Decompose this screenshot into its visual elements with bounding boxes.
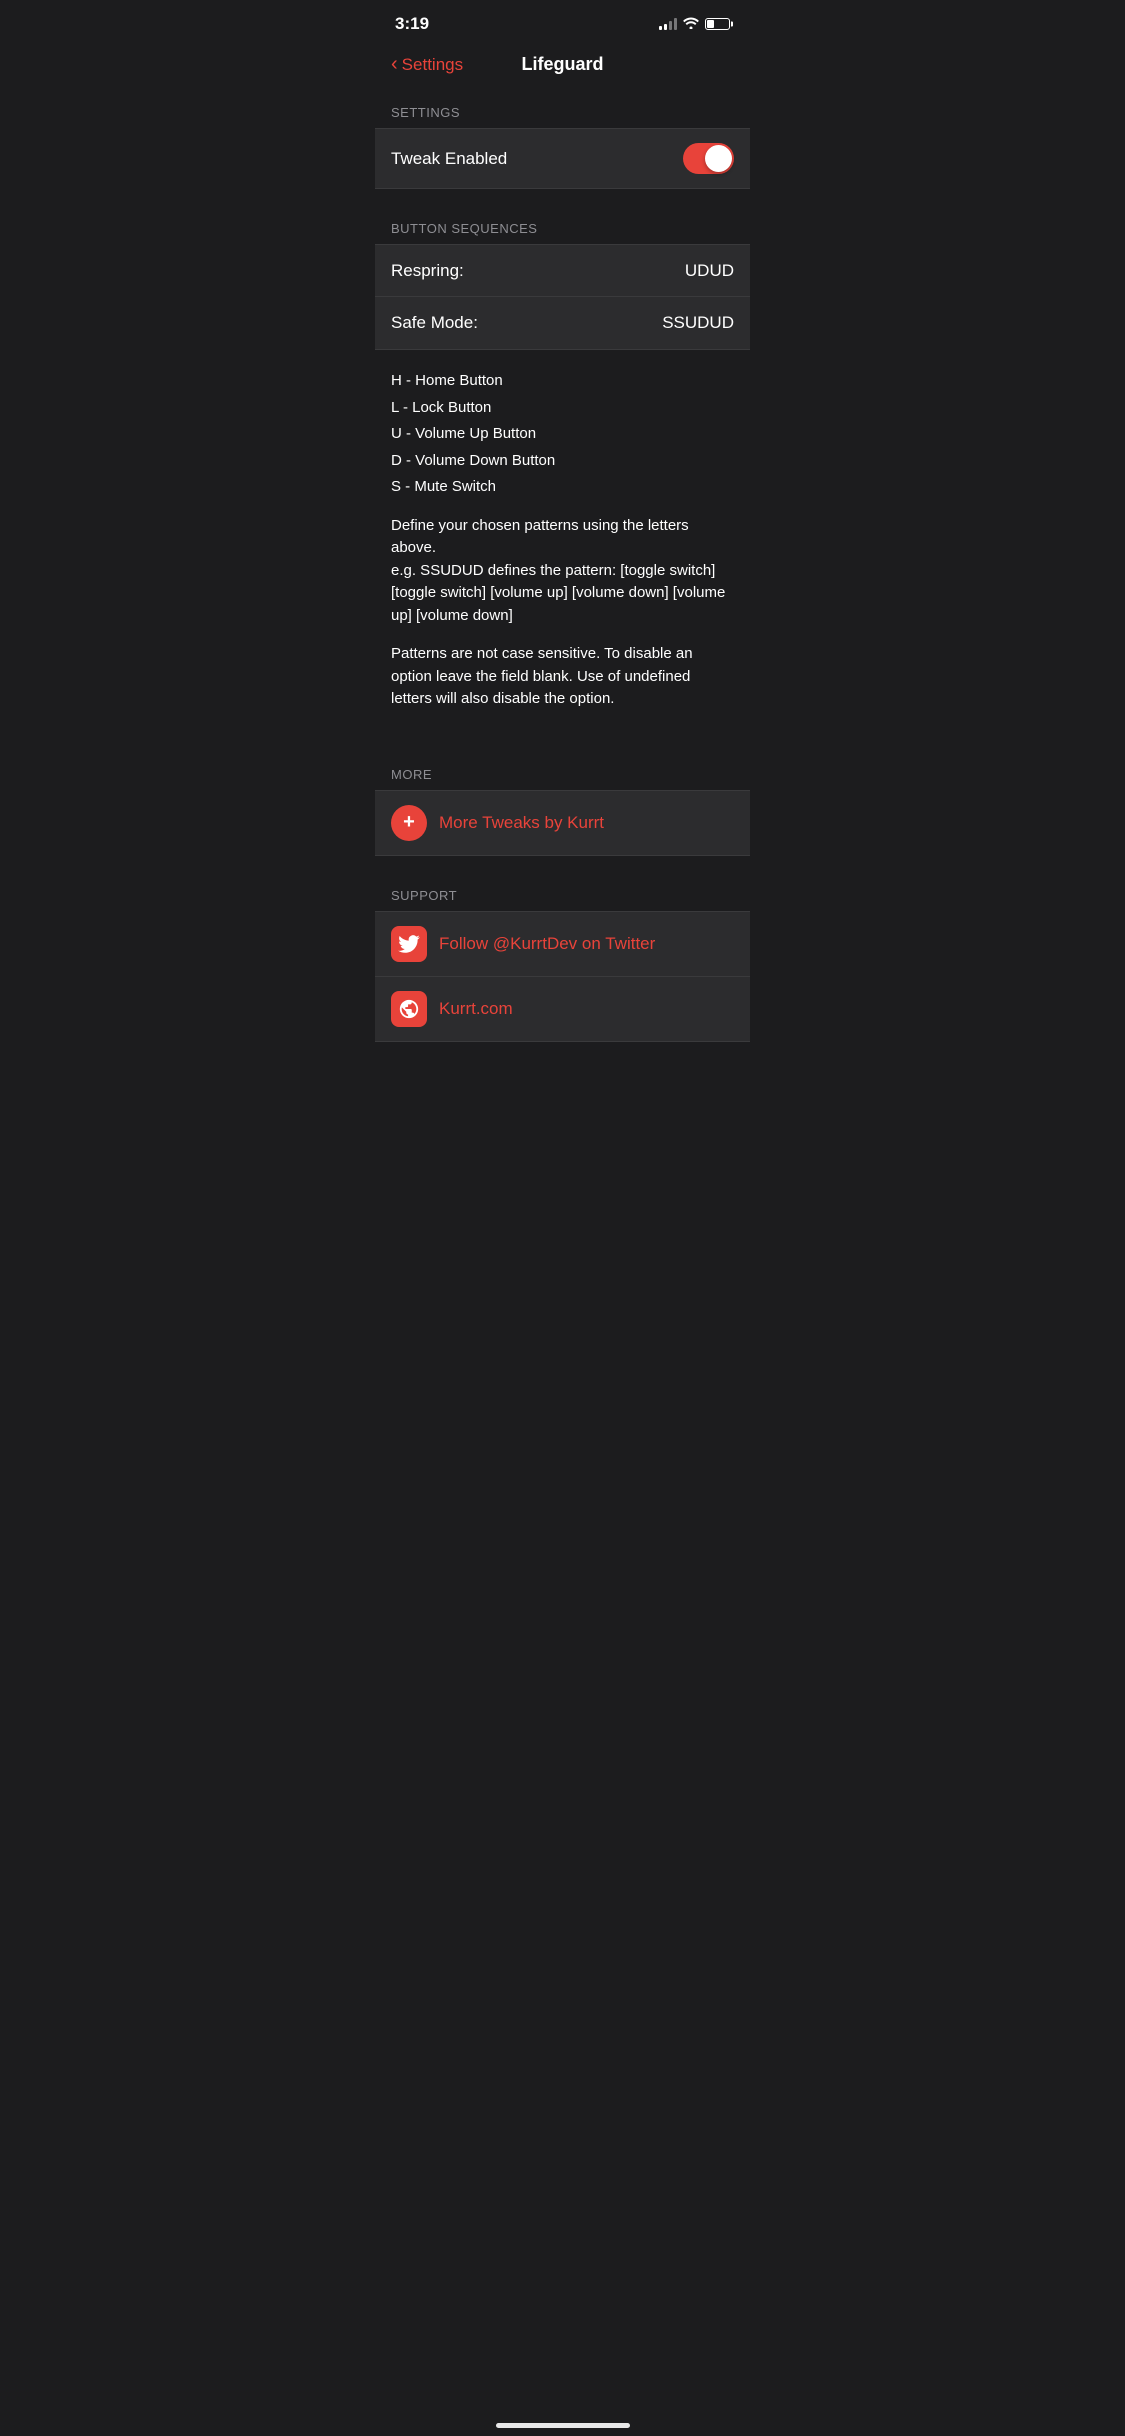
legend-d: D - Volume Down Button — [391, 450, 734, 473]
tweak-enabled-toggle[interactable] — [683, 143, 734, 174]
more-section-header: MORE — [375, 751, 750, 790]
twitter-icon — [391, 926, 427, 962]
support-section-header: SUPPORT — [375, 872, 750, 911]
settings-group: Tweak Enabled — [375, 128, 750, 189]
twitter-label: Follow @KurrtDev on Twitter — [439, 934, 655, 954]
safe-mode-label: Safe Mode: — [391, 313, 478, 333]
more-tweaks-label: More Tweaks by Kurrt — [439, 813, 604, 833]
respring-label: Respring: — [391, 261, 464, 281]
status-icons — [659, 16, 730, 32]
tweak-enabled-label: Tweak Enabled — [391, 149, 507, 169]
legend-l: L - Lock Button — [391, 397, 734, 420]
more-tweaks-icon: + — [391, 805, 427, 841]
back-button[interactable]: ‹ Settings — [391, 53, 463, 76]
more-tweaks-row[interactable]: + More Tweaks by Kurrt — [375, 791, 750, 855]
battery-icon — [705, 18, 730, 30]
button-sequences-group: Respring: UDUD Safe Mode: SSUDUD — [375, 244, 750, 350]
separator-3 — [375, 856, 750, 872]
button-sequences-header: BUTTON SEQUENCES — [375, 205, 750, 244]
status-time: 3:19 — [395, 14, 429, 34]
wifi-icon — [683, 16, 699, 32]
globe-icon — [391, 991, 427, 1027]
respring-value: UDUD — [685, 261, 734, 281]
signal-icon — [659, 18, 677, 30]
back-label: Settings — [402, 55, 463, 75]
home-indicator — [496, 2423, 630, 2428]
status-bar: 3:19 — [375, 0, 750, 44]
chevron-left-icon: ‹ — [391, 53, 398, 76]
page-title: Lifeguard — [521, 54, 603, 75]
legend-h: H - Home Button — [391, 370, 734, 393]
description-para1: Define your chosen patterns using the le… — [391, 515, 734, 628]
separator-2 — [375, 735, 750, 751]
website-label: Kurrt.com — [439, 999, 513, 1019]
settings-section-header: SETTINGS — [375, 89, 750, 128]
respring-row: Respring: UDUD — [375, 245, 750, 297]
description-block: H - Home Button L - Lock Button U - Volu… — [375, 350, 750, 735]
tweak-enabled-row: Tweak Enabled — [375, 129, 750, 188]
safe-mode-row: Safe Mode: SSUDUD — [375, 297, 750, 349]
bottom-space — [375, 1042, 750, 1102]
twitter-row[interactable]: Follow @KurrtDev on Twitter — [375, 912, 750, 977]
toggle-knob — [705, 145, 732, 172]
safe-mode-value: SSUDUD — [662, 313, 734, 333]
legend-u: U - Volume Up Button — [391, 423, 734, 446]
legend-s: S - Mute Switch — [391, 476, 734, 499]
more-group: + More Tweaks by Kurrt — [375, 790, 750, 856]
nav-bar: ‹ Settings Lifeguard — [375, 44, 750, 89]
description-para2: Patterns are not case sensitive. To disa… — [391, 643, 734, 711]
support-group: Follow @KurrtDev on Twitter Kurrt.com — [375, 911, 750, 1042]
separator-1 — [375, 189, 750, 205]
website-row[interactable]: Kurrt.com — [375, 977, 750, 1041]
